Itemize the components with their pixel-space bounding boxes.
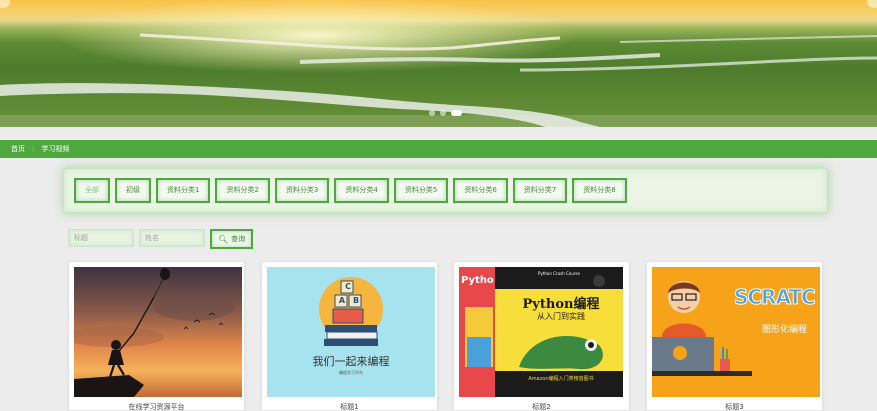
breadcrumb-home[interactable]: 首页 xyxy=(11,140,25,158)
category-beginner[interactable]: 初级 xyxy=(115,178,151,203)
carousel-dot-active[interactable] xyxy=(451,110,462,116)
side-book-text: Pytho xyxy=(461,275,494,286)
title-search-input[interactable] xyxy=(68,229,134,247)
category-5[interactable]: 资料分类5 xyxy=(393,178,449,203)
category-1[interactable]: 资料分类1 xyxy=(156,178,211,203)
category-filter-bar: 全部 初级 资料分类1 资料分类2 资料分类3 资料分类4 资料分类5 资料分类… xyxy=(63,168,828,213)
category-6[interactable]: 资料分类6 xyxy=(453,178,508,203)
block-letter: C xyxy=(345,282,351,291)
book-subtitle: 从入门到实践 xyxy=(537,312,585,321)
breadcrumb-separator: : xyxy=(32,145,35,153)
book-title: Python编程 xyxy=(522,297,600,312)
card-title[interactable]: 标题1 xyxy=(262,402,437,411)
block-letter: B xyxy=(352,296,360,305)
banner-image xyxy=(0,0,877,127)
scratch-caption: 图形化编程 xyxy=(762,325,808,335)
thumbnail-main-text: 我们一起来编程 xyxy=(312,355,390,368)
breadcrumb-current: 学习视频 xyxy=(41,145,70,153)
carousel-dot[interactable] xyxy=(429,110,435,116)
category-2[interactable]: 资料分类2 xyxy=(215,178,270,203)
banner-carousel[interactable] xyxy=(0,0,877,127)
card-thumbnail-coding[interactable]: C A B 我们一起来编程 编程学习平台 xyxy=(267,267,435,397)
card-thumbnail-silhouette[interactable] xyxy=(74,267,242,397)
name-search-input[interactable] xyxy=(139,229,205,247)
book-tag: Python Crash Course xyxy=(538,271,580,276)
book-badge: Amazon编程入门类榜首图书 xyxy=(528,376,594,382)
category-4[interactable]: 资料分类4 xyxy=(334,178,389,203)
card-title[interactable]: 标题2 xyxy=(454,402,629,411)
video-card[interactable]: 在线学习资源平台 xyxy=(68,261,245,411)
video-card-grid: 在线学习资源平台 C A B 我们一起来编程 编程学习平台 标题1 Python… xyxy=(66,261,826,411)
video-card[interactable]: Python Crash Course Python编程 从入门到实践 Amaz… xyxy=(453,261,630,411)
category-7[interactable]: 资料分类7 xyxy=(512,178,568,203)
block-letter: A xyxy=(338,296,346,305)
card-title[interactable]: 在线学习资源平台 xyxy=(69,402,244,411)
video-card[interactable]: C A B 我们一起来编程 编程学习平台 标题1 xyxy=(261,261,438,411)
carousel-indicators xyxy=(429,110,462,116)
card-thumbnail-python-books[interactable]: Python Crash Course Python编程 从入门到实践 Amaz… xyxy=(459,267,627,397)
search-button-label: 查询 xyxy=(231,235,246,243)
search-icon: 🔍︎ xyxy=(218,234,229,244)
category-8[interactable]: 资料分类8 xyxy=(572,178,627,203)
category-all[interactable]: 全部 xyxy=(74,178,110,203)
thumbnail-sub-text: 编程学习平台 xyxy=(339,370,363,375)
card-title[interactable]: 标题3 xyxy=(647,402,822,411)
carousel-dot[interactable] xyxy=(440,110,446,116)
search-form: 🔍︎ 查询 xyxy=(68,229,254,249)
video-card[interactable]: SCRATC 图形化编程 标题3 xyxy=(646,261,823,411)
search-button[interactable]: 🔍︎ 查询 xyxy=(210,229,254,249)
scratch-logo: SCRATC xyxy=(734,285,817,310)
breadcrumb: 首页 : 学习视频 xyxy=(0,140,877,158)
category-3[interactable]: 资料分类3 xyxy=(274,178,330,203)
card-thumbnail-scratch[interactable]: SCRATC 图形化编程 xyxy=(652,267,820,397)
